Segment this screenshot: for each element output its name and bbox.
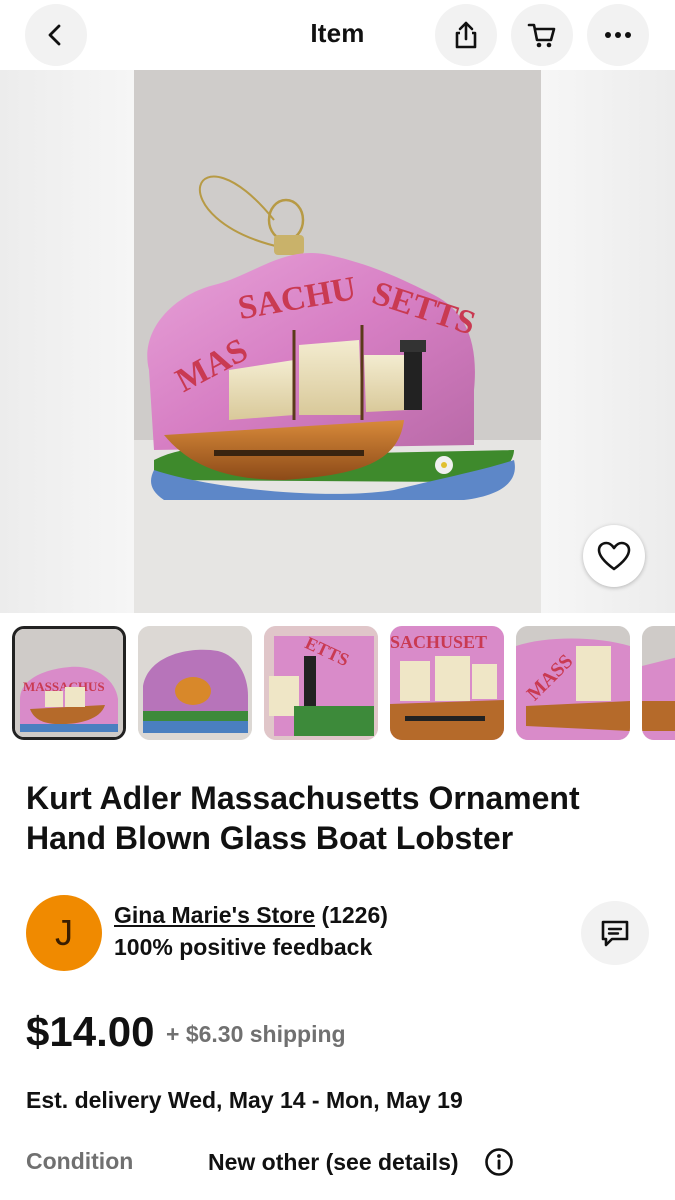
top-nav-bar: Item	[0, 0, 675, 70]
cart-icon	[527, 23, 556, 48]
thumbnail-strip[interactable]: MASSACHUS ETTS SACHUSET MASS	[0, 613, 675, 753]
product-main-image[interactable]: MAS SACHU SETTS	[134, 70, 541, 613]
avatar-letter: J	[55, 912, 73, 953]
svg-text:SACHUSET: SACHUSET	[390, 632, 487, 652]
more-options-button[interactable]	[587, 4, 649, 66]
seller-store-link[interactable]: Gina Marie's Store	[114, 902, 315, 928]
info-icon[interactable]	[484, 1147, 514, 1177]
thumbnail-4[interactable]: SACHUSET	[390, 626, 504, 740]
estimated-delivery: Est. delivery Wed, May 14 - Mon, May 19	[26, 1087, 463, 1113]
condition-label: Condition	[26, 1148, 134, 1174]
thumbnail-2[interactable]	[138, 626, 252, 740]
shipping-cost: + $6.30 shipping	[166, 1021, 346, 1047]
add-to-watchlist-button[interactable]	[583, 525, 645, 587]
seller-info: Gina Marie's Store (1226)	[114, 902, 388, 929]
seller-avatar[interactable]: J	[26, 895, 102, 971]
thumbnail-6[interactable]	[642, 626, 675, 740]
condition-value[interactable]: New other (see details)	[208, 1149, 459, 1176]
thumbnail-5[interactable]: MASS	[516, 626, 630, 740]
seller-feedback-percent: 100% positive feedback	[114, 934, 373, 960]
contact-seller-button[interactable]	[581, 901, 649, 965]
share-icon	[455, 21, 477, 49]
message-icon	[601, 920, 629, 947]
listing-title: Kurt Adler Massachusetts Ornament Hand B…	[26, 780, 580, 856]
svg-text:MASSACHUS: MASSACHUS	[23, 679, 105, 694]
seller-feedback-count: (1226)	[321, 902, 388, 928]
page-title: Item	[310, 18, 365, 48]
heart-icon	[597, 541, 631, 571]
thumbnail-3[interactable]: ETTS	[264, 626, 378, 740]
thumbnail-1[interactable]: MASSACHUS	[12, 626, 126, 740]
share-button[interactable]	[435, 4, 497, 66]
item-price: $14.00	[26, 1008, 155, 1055]
cart-button[interactable]	[511, 4, 573, 66]
more-horizontal-icon	[605, 32, 631, 38]
